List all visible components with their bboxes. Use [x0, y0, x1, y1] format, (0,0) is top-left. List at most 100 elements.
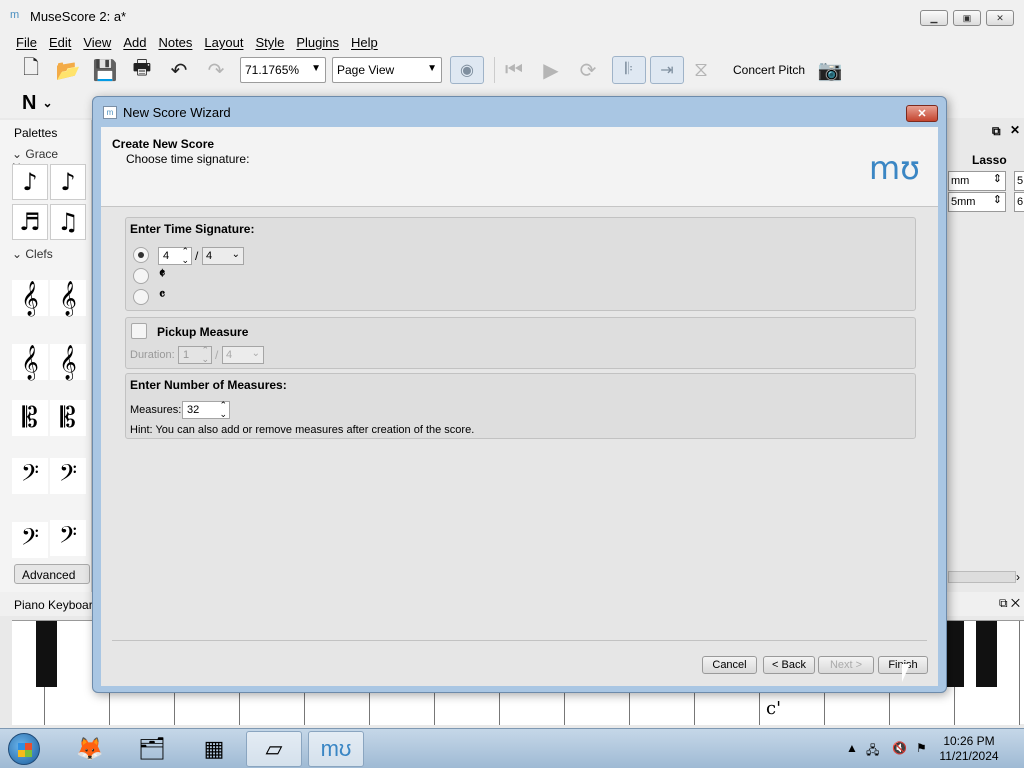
lasso-x-field[interactable]: 5 [1014, 171, 1024, 191]
bass-clef-15mb[interactable]: 𝄢 [50, 520, 86, 556]
action-center-flag-icon[interactable]: ⚑ [916, 741, 927, 755]
system-clock[interactable]: 10:26 PM 11/21/2024 [934, 734, 1004, 764]
redo-icon[interactable]: ↷ [203, 57, 229, 83]
show-hidden-icons-icon[interactable]: ▲ [846, 741, 858, 755]
measures-count-field[interactable]: 32 ⌃ ⌄ [182, 401, 230, 419]
menu-edit[interactable]: Edit [43, 35, 77, 50]
menu-help[interactable]: Help [345, 35, 384, 50]
back-button[interactable]: < Back [763, 656, 815, 674]
menu-view[interactable]: View [77, 35, 117, 50]
next-button[interactable]: Next > [818, 656, 874, 674]
note-input-icon[interactable]: N [22, 92, 36, 115]
time-sig-common-radio[interactable] [133, 289, 149, 305]
horizontal-scrollbar[interactable] [948, 571, 1016, 583]
minecraft-taskbar-icon[interactable]: ▦ [186, 731, 242, 767]
spinner-icon: ⇕ [992, 173, 1002, 185]
save-icon[interactable]: 💾 [92, 57, 118, 83]
network-icon[interactable]: 🖧 [866, 741, 879, 762]
zoom-value: 71.1765% [245, 63, 300, 77]
menu-notes[interactable]: Notes [152, 35, 198, 50]
dialog-title: New Score Wizard [123, 104, 231, 120]
camera-icon[interactable]: 📷 [817, 57, 843, 83]
concert-pitch-toggle[interactable]: Concert Pitch [733, 63, 805, 77]
main-titlebar: m MuseScore 2: a* ▁ ▣ ✕ [0, 0, 1024, 32]
pan-score-toggle[interactable]: ⇥ [650, 56, 684, 84]
menu-layout[interactable]: Layout [198, 35, 249, 50]
open-folder-icon[interactable]: 📂 [55, 57, 81, 83]
close-window-button[interactable]: ✕ [986, 10, 1014, 26]
treble-clef-8va[interactable]: 𝄞 [50, 280, 86, 316]
rewind-icon[interactable]: ⏮ [501, 57, 527, 83]
volume-muted-icon[interactable]: 🔇 [892, 741, 907, 755]
button-separator [112, 640, 927, 641]
piano-black-key[interactable] [36, 621, 57, 687]
numerator-value: 1 [183, 349, 190, 361]
field-value: mm [951, 175, 970, 187]
middle-c-label: c' [766, 698, 782, 719]
menu-file[interactable]: File [10, 35, 43, 50]
time-sig-custom-radio[interactable] [133, 247, 149, 263]
treble-clef-8vb[interactable]: 𝄞 [12, 344, 48, 380]
numerator-value: 4 [163, 250, 170, 262]
new-score-icon[interactable]: 🗋 [18, 57, 44, 83]
piano-panel-controls[interactable]: ⧉ ✕ [999, 596, 1020, 611]
treble-clef-15mb[interactable]: 𝄞 [50, 344, 86, 380]
measures-title: Enter Number of Measures: [130, 378, 287, 392]
play-icon[interactable]: ▶ [538, 57, 564, 83]
pickup-measure-checkbox[interactable] [131, 323, 147, 339]
menu-style[interactable]: Style [249, 35, 290, 50]
time-sig-numerator[interactable]: 4 ⌃ ⌄ [158, 247, 192, 265]
grace-note-appoggiatura[interactable]: ♪ [50, 164, 86, 200]
undo-icon[interactable]: ↶ [166, 57, 192, 83]
bass-clef-8vb[interactable]: 𝄢 [50, 458, 86, 494]
tenor-clef[interactable]: 𝄡 [50, 400, 86, 436]
grace-note-acciaccatura[interactable]: ♪ [12, 164, 48, 200]
file-explorer-taskbar-icon[interactable]: 🗂 [124, 731, 180, 767]
lasso-width-field[interactable]: mm ⇕ [948, 171, 1006, 191]
midi-input-toggle[interactable]: ◉ [450, 56, 484, 84]
alto-clef[interactable]: 𝄡 [12, 400, 48, 436]
sticky-notes-taskbar-icon[interactable]: ▱ [246, 731, 302, 767]
section-label: Clefs [25, 247, 53, 261]
field-value: 5mm [951, 196, 976, 208]
menu-add[interactable]: Add [117, 35, 152, 50]
grace-note-16th[interactable]: ♬ [12, 204, 48, 240]
palette-section-clefs[interactable]: ⌄ Clefs [12, 247, 53, 261]
loop-icon[interactable]: ⟳ [575, 57, 601, 83]
time-sig-denominator[interactable]: 4 ⌄ [202, 247, 244, 265]
zoom-combo[interactable]: 71.1765% ▼ [240, 57, 326, 83]
common-time-icon: 𝄴 [159, 287, 166, 303]
float-panel-icon[interactable]: ⧉ [992, 124, 1001, 139]
palette-mode-advanced[interactable]: Advanced [14, 564, 90, 584]
dialog-close-button[interactable]: ✕ [906, 105, 938, 122]
pickup-duration-numerator[interactable]: 1 ⌃ ⌄ [178, 346, 212, 364]
mouse-cursor-icon [901, 663, 911, 683]
cancel-button[interactable]: Cancel [702, 656, 757, 674]
close-panel-icon[interactable]: ✕ [1010, 123, 1020, 137]
piano-black-key[interactable] [975, 621, 997, 687]
musescore-app-icon: m [10, 9, 20, 21]
bass-clef-8va[interactable]: 𝄢 [12, 522, 48, 558]
scroll-right-icon[interactable]: › [1016, 570, 1020, 584]
pickup-duration-denominator[interactable]: 4 ⌄ [222, 346, 264, 364]
minimize-button[interactable]: ▁ [920, 10, 948, 26]
start-button[interactable] [8, 733, 40, 765]
time-sig-cut-radio[interactable] [133, 268, 149, 284]
metronome-icon[interactable]: ⧖ [688, 57, 714, 83]
lasso-height-field[interactable]: 5mm ⇕ [948, 192, 1006, 212]
bass-clef[interactable]: 𝄢 [12, 458, 48, 494]
chevron-down-icon[interactable]: ⌄ [42, 96, 52, 110]
musescore-taskbar-icon[interactable]: mʊ [308, 731, 364, 767]
print-icon[interactable]: 🖶 [129, 57, 155, 83]
maximize-button[interactable]: ▣ [953, 10, 981, 26]
view-mode-combo[interactable]: Page View ▼ [332, 57, 442, 83]
treble-clef[interactable]: 𝄞 [12, 280, 48, 316]
measures-value: 32 [187, 404, 200, 416]
lasso-y-field[interactable]: 6 [1014, 192, 1024, 212]
dialog-titlebar[interactable]: m New Score Wizard [93, 97, 946, 127]
grace-note-32nd[interactable]: ♫ [50, 204, 86, 240]
lasso-label: Lasso [972, 153, 1007, 167]
repeat-playback-toggle[interactable]: 𝄆 [612, 56, 646, 84]
menu-plugins[interactable]: Plugins [290, 35, 345, 50]
firefox-taskbar-icon[interactable]: 🦊 [62, 731, 118, 767]
